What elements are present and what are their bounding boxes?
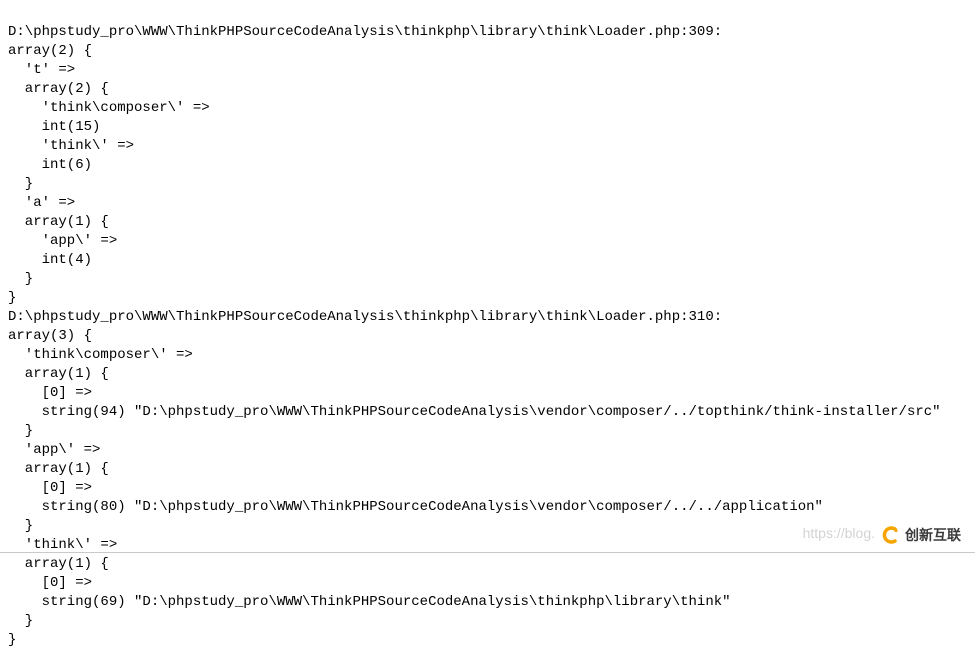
dump1-t-v2: int(6) [8,157,92,173]
dump2-a3: array(1) { [8,556,109,572]
dump1-a-close: } [8,271,33,287]
dump1-a-arr: array(1) { [8,214,109,230]
dump1-root-close: } [8,290,16,306]
dump1-a-v1: int(4) [8,252,92,268]
dump1-key-a: 'a' => [8,195,75,211]
dump2-a2-v: string(80) "D:\phpstudy_pro\WWW\ThinkPHP… [8,499,823,515]
dump2-a3-close: } [8,613,33,629]
watermark-logo: 创新互联 [881,525,961,545]
dump2-a1: array(1) { [8,366,109,382]
dump1-t-v1: int(15) [8,119,100,135]
dump1-t-k1: 'think\composer\' => [8,100,210,116]
dump2-a2-close: } [8,518,33,534]
dump1-t-k2: 'think\' => [8,138,134,154]
dump2-k1: 'think\composer\' => [8,347,193,363]
dump2-file: D:\phpstudy_pro\WWW\ThinkPHPSourceCodeAn… [8,309,722,325]
dump2-root-close: } [8,632,16,648]
dump2-a1-v: string(94) "D:\phpstudy_pro\WWW\ThinkPHP… [8,404,941,420]
dump2-root: array(3) { [8,328,92,344]
dump1-t-arr: array(2) { [8,81,109,97]
dump1-root: array(2) { [8,43,92,59]
dump2-a2: array(1) { [8,461,109,477]
dump1-a-k1: 'app\' => [8,233,117,249]
dump1-file: D:\phpstudy_pro\WWW\ThinkPHPSourceCodeAn… [8,24,722,40]
dump2-a3-v: string(69) "D:\phpstudy_pro\WWW\ThinkPHP… [8,594,731,610]
dump2-a1-k: [0] => [8,385,92,401]
dump2-k2: 'app\' => [8,442,100,458]
dump1-key-t: 't' => [8,62,75,78]
dump2-a2-k: [0] => [8,480,92,496]
dump2-a3-k: [0] => [8,575,92,591]
dump2-k3: 'think\' => [8,537,117,553]
var-dump-output: D:\phpstudy_pro\WWW\ThinkPHPSourceCodeAn… [0,0,975,654]
dump2-a1-close: } [8,423,33,439]
watermark-logo-label: 创新互联 [905,525,961,545]
dump1-t-close: } [8,176,33,192]
c-logo-icon [881,525,901,545]
